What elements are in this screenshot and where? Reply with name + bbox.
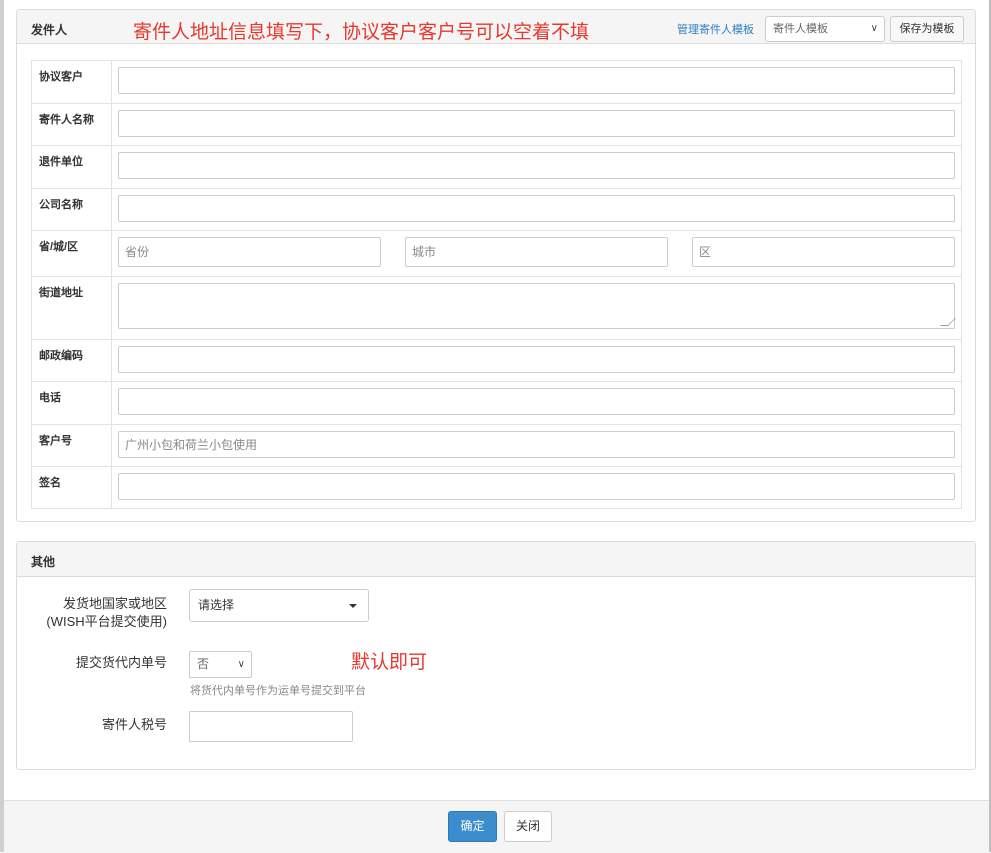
form-row-signature: 签名 [31,466,962,509]
sender-template-select-value: 寄件人模板 [773,23,828,35]
confirm-button[interactable]: 确定 [448,811,497,842]
phone-input[interactable] [118,388,955,415]
form-row-customer-no: 客户号 [31,424,962,467]
postcode-input[interactable] [118,346,955,373]
form-row-agreement-customer: 协议客户 [31,60,962,104]
company-name-input[interactable] [118,195,955,222]
agreement-customer-input[interactable] [118,67,955,94]
default-annotation: 默认即可 [351,652,428,673]
form-row-return-unit: 退件单位 [31,145,962,189]
sender-name-label: 寄件人名称 [31,103,112,146]
sender-name-input[interactable] [118,110,955,137]
customer-no-label: 客户号 [31,424,112,467]
sender-template-select[interactable]: 寄件人模板 ∨ [765,16,885,42]
sender-panel-header: 发件人 寄件人地址信息填写下，协议客户客户号可以空着不填 管理寄件人模板 寄件人… [17,10,975,44]
postcode-label: 邮政编码 [31,339,112,382]
ship-country-select-value: 请选择 [198,598,235,612]
forwarder-number-select[interactable]: 否 ∨ [189,651,252,678]
signature-input[interactable] [118,473,955,500]
manage-sender-templates-link[interactable]: 管理寄件人模板 [677,21,754,37]
save-as-template-button[interactable]: 保存为模板 [890,16,964,42]
window-left-edge [0,0,4,852]
phone-label: 电话 [31,381,112,425]
ship-country-label: 发货地国家或地区 (WISH平台提交使用) [46,595,167,631]
company-name-label: 公司名称 [31,188,112,231]
sender-annotation: 寄件人地址信息填写下，协议客户客户号可以空着不填 [133,22,590,43]
customer-no-input[interactable] [118,431,955,458]
street-address-label: 街道地址 [31,276,112,340]
caret-down-icon [349,604,357,608]
chevron-down-icon: ∨ [237,659,245,670]
sender-tax-id-input[interactable] [189,711,353,742]
ship-country-select[interactable]: 请选择 [189,589,369,622]
sender-tax-id-label: 寄件人税号 [101,717,167,732]
region-label: 省/城/区 [31,230,112,277]
province-input[interactable] [118,237,381,267]
return-unit-label: 退件单位 [31,145,112,189]
form-row-phone: 电话 [31,381,962,425]
forwarder-number-label: 提交货代内单号 [75,655,167,670]
dialog-footer: 确定 关闭 [4,800,989,853]
signature-label: 签名 [31,466,112,509]
sender-panel-title: 发件人 [31,23,68,37]
other-panel-title: 其他 [31,555,56,569]
ship-country-label-line2: (WISH平台提交使用) [46,614,167,629]
form-row-company-name: 公司名称 [31,188,962,231]
other-panel-header: 其他 [17,542,975,577]
district-input[interactable] [692,237,955,267]
forwarder-number-select-value: 否 [197,657,210,671]
agreement-customer-label: 协议客户 [31,60,112,104]
return-unit-input[interactable] [118,152,955,179]
resize-handle-icon[interactable] [940,318,956,326]
sender-form-table: 协议客户 寄件人名称 退件单位 公司名称 省/城/区 省份 城市 区 街道地址 … [31,60,962,509]
chevron-down-icon: ∨ [870,23,878,34]
city-input[interactable] [405,237,668,267]
street-address-textarea[interactable] [118,283,956,329]
ship-country-label-line1: 发货地国家或地区 [62,596,167,611]
form-row-street: 街道地址 [31,276,962,340]
form-row-postcode: 邮政编码 [31,339,962,382]
form-row-sender-name: 寄件人名称 [31,103,962,146]
sender-panel: 发件人 寄件人地址信息填写下，协议客户客户号可以空着不填 管理寄件人模板 寄件人… [16,9,976,522]
other-panel: 其他 发货地国家或地区 (WISH平台提交使用) 请选择 提交货代内单号 否 ∨… [16,541,976,770]
form-row-region: 省/城/区 [31,230,962,277]
close-button[interactable]: 关闭 [504,811,552,842]
forwarder-number-help: 将货代内单号作为运单号提交到平台 [190,685,366,697]
